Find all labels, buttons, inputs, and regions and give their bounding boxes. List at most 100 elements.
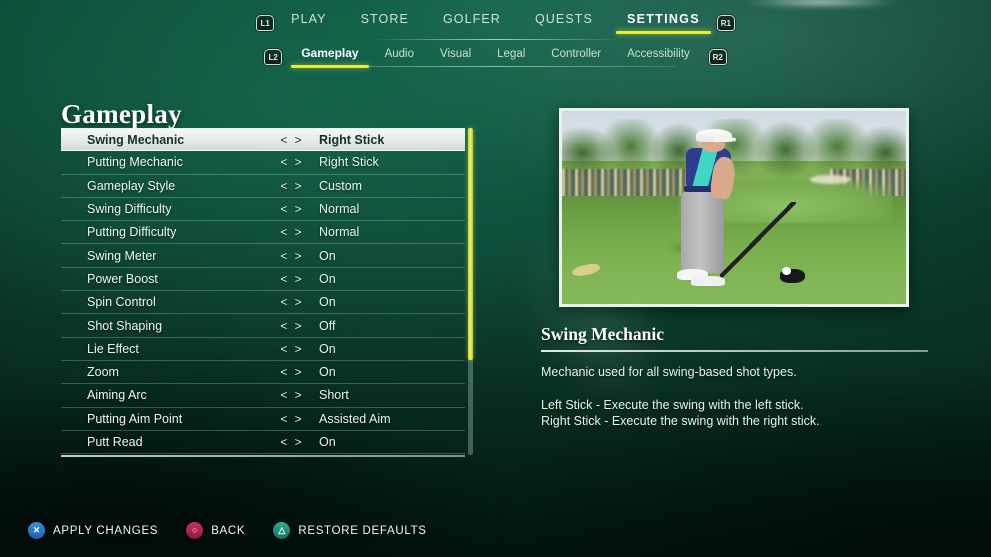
setting-row-aiming-arc[interactable]: Aiming Arc < > Short — [61, 384, 465, 408]
r1-bumper-icon: R1 — [716, 15, 735, 31]
nav-item-golfer[interactable]: GOLFER — [426, 12, 518, 34]
value-stepper-arrows-icon[interactable]: < > — [275, 388, 309, 402]
value-stepper-arrows-icon[interactable]: < > — [275, 133, 309, 147]
detail-option-right-stick: Right Stick - Execute the swing with the… — [541, 414, 820, 428]
value-stepper-arrows-icon[interactable]: < > — [275, 249, 309, 263]
settings-scrollbar[interactable] — [468, 128, 473, 455]
value-stepper-arrows-icon[interactable]: < > — [275, 365, 309, 379]
triangle-button-icon: △ — [273, 522, 291, 539]
setting-row-swing-meter[interactable]: Swing Meter < > On — [61, 244, 465, 268]
apply-changes-label: APPLY CHANGES — [53, 524, 159, 537]
preview-golfer-shoe-front — [691, 276, 726, 286]
nav-item-settings[interactable]: SETTINGS — [610, 12, 717, 34]
settings-list: Swing Mechanic < > Right Stick Putting M… — [61, 128, 465, 455]
detail-title-rule — [541, 350, 928, 352]
nav-item-store-label: STORE — [360, 12, 409, 26]
tab-visual[interactable]: Visual — [427, 48, 484, 68]
setting-value: Right Stick — [319, 155, 379, 170]
setting-value: Right Stick — [319, 132, 385, 147]
preview-golfer-legs — [680, 190, 724, 274]
tab-legal[interactable]: Legal — [484, 48, 538, 68]
setting-label: Aiming Arc — [87, 388, 147, 403]
setting-value: On — [319, 365, 336, 380]
nav-item-quests-label: QUESTS — [534, 12, 593, 26]
setting-label: Swing Mechanic — [87, 132, 185, 147]
scrollbar-thumb[interactable] — [468, 128, 473, 360]
setting-row-swing-difficulty[interactable]: Swing Difficulty < > Normal — [61, 198, 465, 222]
nav-active-underline — [615, 31, 711, 34]
setting-label: Zoom — [87, 365, 119, 380]
restore-defaults-label: RESTORE DEFAULTS — [298, 524, 427, 537]
nav-item-play[interactable]: PLAY — [274, 12, 343, 34]
tab-audio[interactable]: Audio — [372, 48, 427, 68]
value-stepper-arrows-icon[interactable]: < > — [275, 319, 309, 333]
setting-row-putting-mechanic[interactable]: Putting Mechanic < > Right Stick — [61, 151, 465, 175]
setting-label: Gameplay Style — [87, 178, 176, 193]
setting-row-putting-aim-point[interactable]: Putting Aim Point < > Assisted Aim — [61, 408, 465, 431]
value-stepper-arrows-icon[interactable]: < > — [275, 412, 309, 426]
preview-golfer-cap-brim — [713, 137, 736, 142]
setting-value: On — [319, 435, 336, 449]
setting-value: Normal — [319, 202, 360, 217]
setting-value: Custom — [319, 178, 363, 193]
cross-glyph: ✕ — [32, 525, 41, 535]
setting-row-spin-control[interactable]: Spin Control < > On — [61, 291, 465, 315]
nav-item-golfer-label: GOLFER — [442, 12, 501, 26]
main-nav-items: PLAY STORE GOLFER QUESTS SETTINGS — [274, 12, 717, 34]
sub-nav-divider — [318, 66, 675, 67]
setting-label: Shot Shaping — [87, 318, 163, 333]
setting-row-swing-mechanic[interactable]: Swing Mechanic < > Right Stick — [61, 128, 465, 152]
tab-audio-label: Audio — [384, 48, 415, 60]
setting-label: Swing Difficulty — [87, 202, 172, 217]
value-stepper-arrows-icon[interactable]: < > — [275, 202, 309, 216]
value-stepper-arrows-icon[interactable]: < > — [275, 155, 309, 169]
main-nav-divider — [370, 39, 621, 40]
setting-row-putt-read[interactable]: Putt Read < > On — [61, 431, 465, 455]
tab-accessibility[interactable]: Accessibility — [614, 48, 703, 68]
sub-nav-items: Gameplay Audio Visual Legal Controller A… — [288, 46, 703, 68]
setting-label: Putting Aim Point — [87, 411, 183, 426]
setting-label: Spin Control — [87, 295, 156, 310]
setting-value: Off — [319, 318, 336, 333]
tab-controller[interactable]: Controller — [538, 48, 614, 68]
tab-visual-label: Visual — [440, 48, 472, 60]
setting-row-zoom[interactable]: Zoom < > On — [61, 361, 465, 385]
back-prompt[interactable]: ○ BACK — [186, 522, 245, 539]
value-stepper-arrows-icon[interactable]: < > — [275, 342, 309, 356]
setting-label: Swing Meter — [87, 248, 157, 263]
value-stepper-arrows-icon[interactable]: < > — [275, 225, 309, 239]
setting-value: On — [319, 248, 336, 263]
nav-item-play-label: PLAY — [291, 12, 327, 26]
value-stepper-arrows-icon[interactable]: < > — [275, 435, 309, 449]
setting-row-putting-difficulty[interactable]: Putting Difficulty < > Normal — [61, 221, 465, 245]
setting-value: Normal — [319, 225, 360, 240]
setting-row-shot-shaping[interactable]: Shot Shaping < > Off — [61, 314, 465, 338]
r2-trigger-icon: R2 — [708, 49, 727, 65]
setting-value: Assisted Aim — [319, 411, 391, 426]
restore-defaults-prompt[interactable]: △ RESTORE DEFAULTS — [273, 522, 426, 539]
setting-value: On — [319, 271, 336, 286]
nav-item-quests[interactable]: QUESTS — [518, 12, 610, 34]
setting-label: Putting Difficulty — [87, 225, 177, 240]
setting-row-power-boost[interactable]: Power Boost < > On — [61, 268, 465, 292]
l1-bumper-icon: L1 — [256, 15, 275, 31]
setting-row-gameplay-style[interactable]: Gameplay Style < > Custom — [61, 175, 465, 198]
nav-item-store[interactable]: STORE — [344, 12, 426, 34]
tab-gameplay[interactable]: Gameplay — [288, 46, 371, 68]
setting-label: Lie Effect — [87, 341, 139, 356]
value-stepper-arrows-icon[interactable]: < > — [275, 179, 309, 193]
value-stepper-arrows-icon[interactable]: < > — [275, 272, 309, 286]
value-stepper-arrows-icon[interactable]: < > — [275, 295, 309, 309]
circle-button-icon: ○ — [186, 522, 204, 539]
cross-button-icon: ✕ — [28, 522, 45, 539]
detail-option-left-stick: Left Stick - Execute the swing with the … — [541, 398, 804, 412]
setting-row-lie-effect[interactable]: Lie Effect < > On — [61, 338, 465, 361]
setting-value: On — [319, 295, 336, 310]
page-title: Gameplay — [61, 99, 182, 129]
action-prompt-bar: ✕ APPLY CHANGES ○ BACK △ RESTORE DEFAULT… — [28, 522, 427, 539]
detail-title: Swing Mechanic — [541, 324, 664, 344]
setting-label: Putting Mechanic — [87, 155, 183, 170]
apply-changes-prompt[interactable]: ✕ APPLY CHANGES — [28, 522, 158, 539]
tab-legal-label: Legal — [497, 48, 526, 60]
tab-gameplay-label: Gameplay — [301, 46, 359, 60]
